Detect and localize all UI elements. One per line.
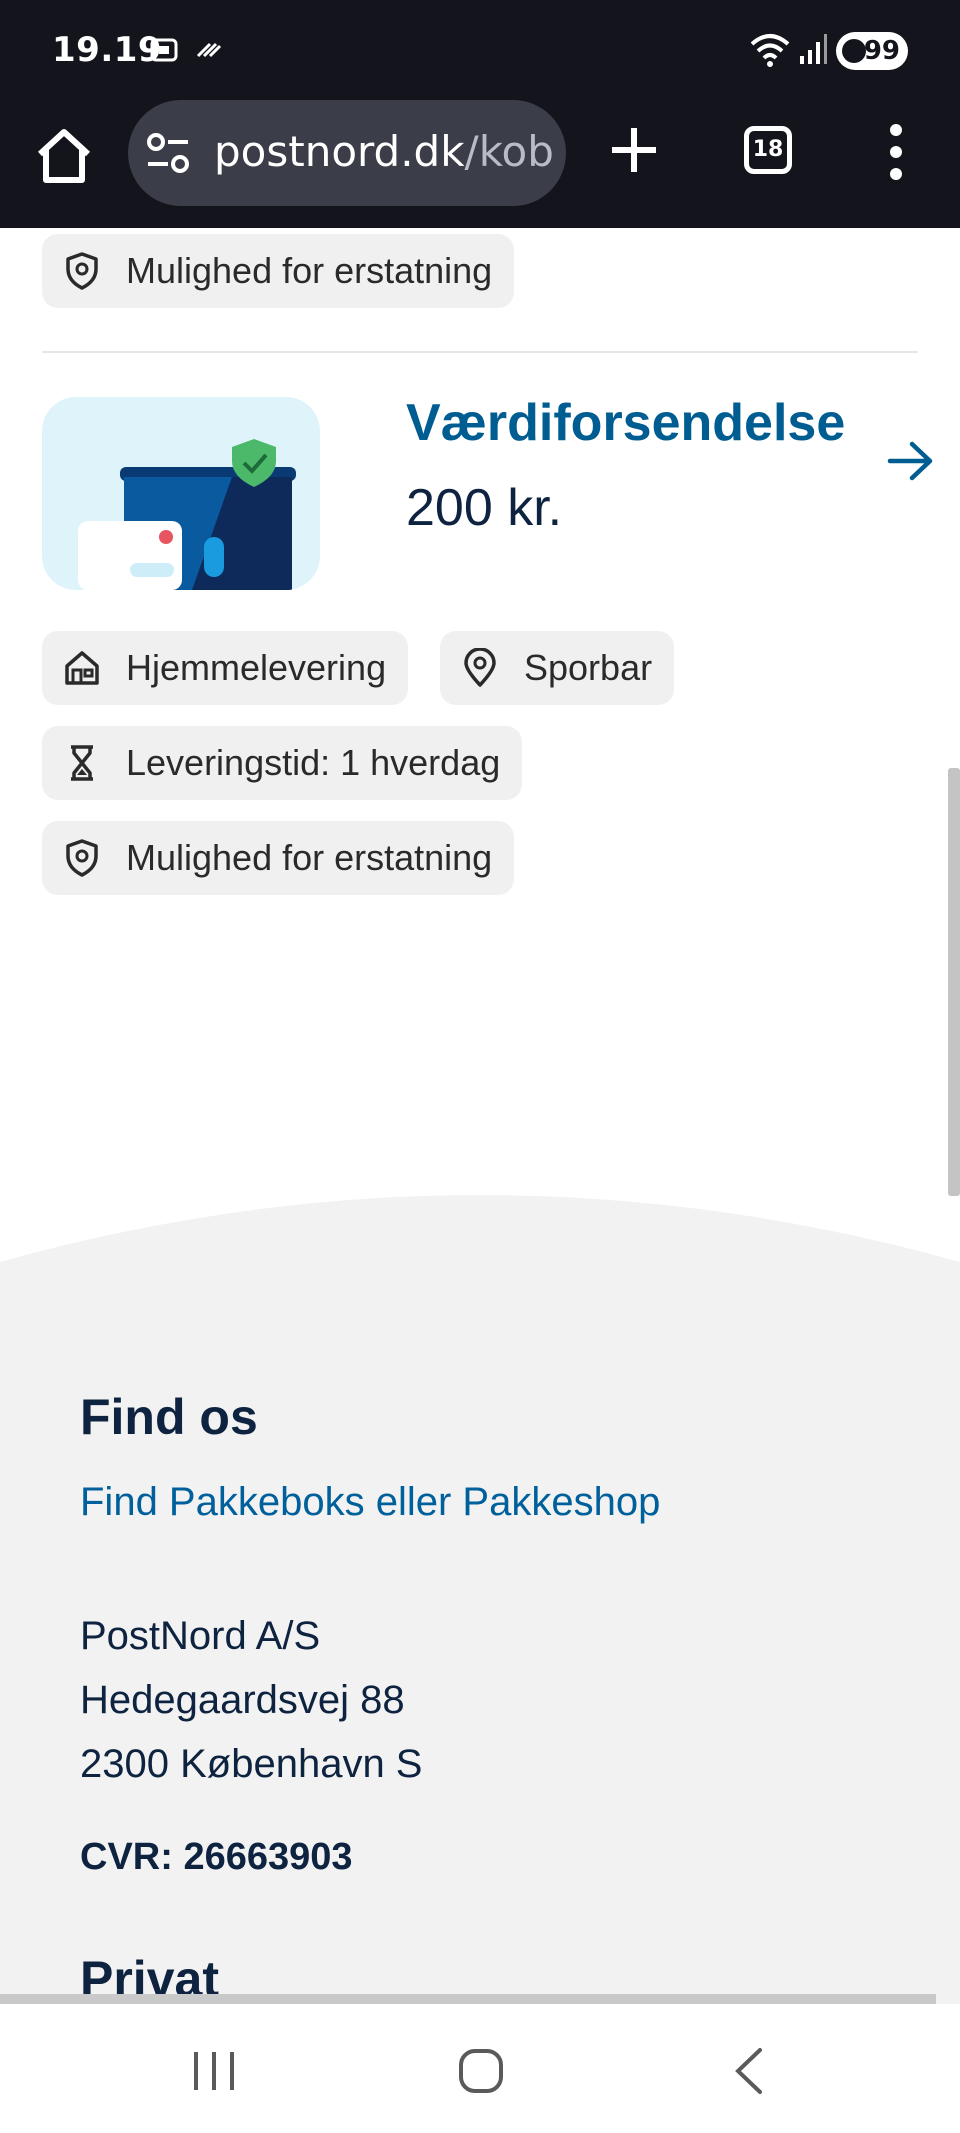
product-image[interactable] — [42, 397, 320, 590]
tab-switcher-button[interactable]: 18 — [744, 126, 792, 174]
nfc-icon — [196, 42, 222, 58]
vertical-scrollbar[interactable] — [948, 768, 960, 1196]
battery-saver-icon — [842, 39, 866, 63]
clock: 19.19 — [52, 30, 163, 70]
feature-chip-delivery-time: Leveringstid: 1 hverdag — [42, 726, 523, 800]
horizontal-scrollbar[interactable] — [0, 1994, 936, 2004]
url-domain: postnord.dk — [214, 127, 465, 176]
divider — [42, 351, 918, 353]
home-icon[interactable] — [30, 122, 98, 190]
arrow-right-icon[interactable] — [884, 438, 936, 484]
recent-apps-icon[interactable] — [190, 2046, 238, 2096]
screenshot-icon — [150, 38, 178, 62]
product-price: 200 kr. — [406, 479, 563, 537]
feature-chip-home-delivery: Hjemmelevering — [42, 631, 409, 705]
cvr-number: CVR: 26663903 — [80, 1836, 353, 1878]
product-title[interactable]: Værdiforsendelse — [406, 393, 845, 453]
chip-label: Hjemmelevering — [126, 647, 387, 688]
feature-chip-compensation: Mulighed for erstatning — [42, 821, 515, 895]
home-icon — [65, 651, 99, 685]
address-bar[interactable]: postnord.dk/kob- — [128, 100, 566, 206]
url-path: /kob- — [464, 127, 554, 176]
battery-indicator: 99 — [836, 32, 908, 70]
browser-toolbar: postnord.dk/kob- 18 — [0, 100, 960, 228]
wifi-icon — [750, 34, 790, 67]
address-city: 2300 København S — [80, 1742, 423, 1786]
status-bar: 19.19 99 — [0, 0, 960, 100]
address-company: PostNord A/S — [80, 1614, 321, 1658]
more-options-icon[interactable] — [882, 122, 910, 182]
address-street: Hedegaardsvej 88 — [80, 1678, 405, 1722]
chip-label: Leveringstid: 1 hverdag — [126, 742, 501, 783]
chip-label: Sporbar — [524, 647, 653, 688]
shield-pin-icon — [66, 252, 98, 290]
back-icon[interactable] — [730, 2046, 770, 2096]
chip-label: Mulighed for erstatning — [126, 837, 493, 878]
location-pin-icon — [464, 648, 496, 687]
find-us-heading: Find os — [80, 1389, 258, 1445]
system-navigation-bar — [0, 2004, 960, 2133]
url-text[interactable]: postnord.dk/kob- — [214, 127, 554, 176]
chip-label: Mulighed for erstatning — [126, 250, 493, 291]
shield-pin-icon — [66, 839, 98, 877]
new-tab-icon[interactable] — [608, 124, 660, 176]
find-pickup-point-link[interactable]: Find Pakkeboks eller Pakkeshop — [80, 1480, 660, 1525]
footer-background — [0, 1188, 960, 2010]
battery-level: 99 — [863, 36, 900, 66]
feature-chip-trackable: Sporbar — [440, 631, 675, 705]
site-settings-icon[interactable] — [146, 132, 190, 174]
signal-icon — [800, 34, 827, 64]
feature-chip-compensation: Mulighed for erstatning — [42, 234, 515, 308]
home-nav-icon[interactable] — [456, 2046, 506, 2096]
hourglass-icon — [71, 745, 93, 781]
